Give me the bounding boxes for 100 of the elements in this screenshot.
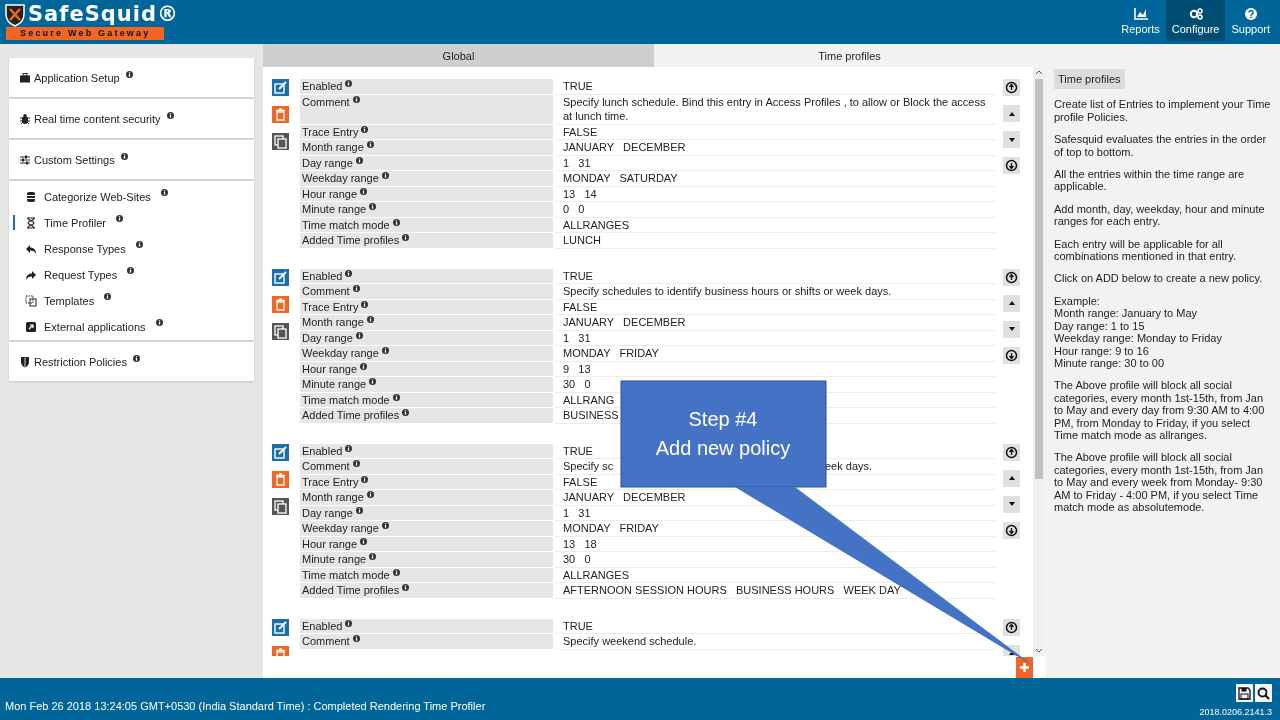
info-icon[interactable] <box>155 319 163 326</box>
info-icon[interactable] <box>135 241 143 248</box>
sidebar-item-label: Application Setup <box>34 72 120 84</box>
info-icon[interactable] <box>369 378 377 385</box>
sidebar-item[interactable]: Request Types <box>13 267 254 282</box>
move-down-button[interactable] <box>1003 131 1020 148</box>
external-app-icon <box>25 320 37 333</box>
info-icon[interactable] <box>352 95 360 103</box>
field-label-text: Added Time profiles <box>302 583 400 598</box>
move-down-button[interactable] <box>1003 495 1020 513</box>
save-button[interactable] <box>1236 684 1253 702</box>
copy-button[interactable] <box>272 322 289 340</box>
sidebar-item[interactable]: Categorize Web-Sites <box>13 189 254 204</box>
copy-button[interactable] <box>272 133 289 150</box>
plus-icon <box>1019 662 1030 673</box>
scrollbar-thumb[interactable] <box>1035 79 1043 479</box>
edit-button[interactable] <box>272 79 289 96</box>
search-button[interactable] <box>1255 684 1272 702</box>
forward-arrow-icon <box>25 268 37 281</box>
scrollbar[interactable] <box>1033 67 1045 656</box>
info-icon[interactable] <box>352 460 360 467</box>
info-icon[interactable] <box>381 172 389 179</box>
sidebar-item[interactable]: Restriction Policies <box>9 355 254 369</box>
nav-button[interactable]: Support <box>1225 0 1276 41</box>
info-icon[interactable] <box>366 491 374 498</box>
info-icon[interactable] <box>402 409 410 416</box>
info-icon[interactable] <box>345 444 353 452</box>
copy-button[interactable] <box>272 497 289 515</box>
sidebar-item[interactable]: Response Types <box>13 241 254 256</box>
info-icon[interactable] <box>402 584 410 591</box>
move-up-button[interactable] <box>1003 469 1020 487</box>
edit-button[interactable] <box>272 268 289 286</box>
info-icon[interactable] <box>127 267 135 274</box>
move-bottom-button[interactable] <box>1003 521 1020 539</box>
info-icon[interactable] <box>392 218 400 226</box>
tab[interactable]: Global <box>263 44 654 67</box>
info-icon[interactable] <box>345 269 353 277</box>
info-icon[interactable] <box>361 300 369 308</box>
info-icon[interactable] <box>366 141 374 148</box>
info-icon[interactable] <box>392 393 400 401</box>
field-label-text: Weekday range <box>302 171 379 186</box>
info-icon[interactable] <box>166 112 174 119</box>
info-icon[interactable] <box>120 153 128 160</box>
field-value: 13 18 <box>563 537 597 550</box>
info-icon[interactable] <box>104 293 112 300</box>
field-label-text: Month range <box>302 315 364 330</box>
move-down-button[interactable] <box>1003 320 1020 338</box>
sidebar-item[interactable]: Application Setup <box>9 71 254 85</box>
sidebar-item[interactable]: External applications <box>13 319 254 334</box>
field-value: ALLRANGES <box>563 218 630 231</box>
info-icon[interactable] <box>392 568 400 576</box>
info-icon[interactable] <box>360 187 368 195</box>
field-label-text: Trace Entry <box>302 124 359 139</box>
info-icon[interactable] <box>345 619 353 627</box>
move-top-button[interactable] <box>1003 443 1020 461</box>
move-top-button[interactable] <box>1003 268 1020 286</box>
info-icon[interactable] <box>352 635 360 642</box>
info-icon[interactable] <box>369 553 377 560</box>
delete-button[interactable] <box>272 470 289 488</box>
info-icon[interactable] <box>132 355 140 362</box>
info-icon[interactable] <box>352 285 360 292</box>
info-icon[interactable] <box>381 347 389 354</box>
info-icon[interactable] <box>381 522 389 529</box>
move-bottom-button[interactable] <box>1003 157 1020 174</box>
edit-button[interactable] <box>272 618 289 636</box>
move-up-button[interactable] <box>1003 105 1020 122</box>
info-icon[interactable] <box>355 506 363 514</box>
info-icon[interactable] <box>366 316 374 323</box>
logo-wordmark: SafeSquid® <box>28 3 179 25</box>
sidebar-item[interactable]: Custom Settings <box>9 153 254 167</box>
move-top-button[interactable] <box>1003 79 1020 96</box>
move-bottom-button[interactable] <box>1003 346 1020 364</box>
info-icon[interactable] <box>360 537 368 545</box>
info-icon[interactable] <box>361 475 369 483</box>
sidebar-item[interactable]: Templates <box>13 293 254 308</box>
edit-button[interactable] <box>272 443 289 461</box>
delete-button[interactable] <box>272 295 289 313</box>
field-label-text: Trace Entry <box>302 474 359 489</box>
field-value: 1 31 <box>563 331 591 344</box>
field-value: 9 13 <box>563 362 591 375</box>
info-icon[interactable] <box>369 203 377 210</box>
info-icon[interactable] <box>160 189 168 196</box>
info-icon[interactable] <box>355 331 363 339</box>
info-icon[interactable] <box>402 234 410 241</box>
info-icon[interactable] <box>115 215 123 222</box>
nav-button[interactable]: Configure <box>1165 0 1226 41</box>
info-icon[interactable] <box>360 362 368 370</box>
info-icon[interactable] <box>361 125 369 133</box>
add-button[interactable] <box>1016 657 1033 678</box>
info-icon[interactable] <box>345 80 353 87</box>
move-top-button[interactable] <box>1003 618 1020 636</box>
tab[interactable]: Time profiles <box>654 44 1045 67</box>
nav-button[interactable]: Reports <box>1115 0 1166 41</box>
sidebar-item[interactable]: Real time content security <box>9 112 254 126</box>
move-up-button[interactable] <box>1003 294 1020 312</box>
info-icon[interactable] <box>355 156 363 164</box>
sidebar-item[interactable]: Time Profiler <box>13 215 254 230</box>
delete-button[interactable] <box>272 106 289 123</box>
field-value: Specify weekend schedule. <box>563 635 697 647</box>
info-icon[interactable] <box>125 71 133 78</box>
